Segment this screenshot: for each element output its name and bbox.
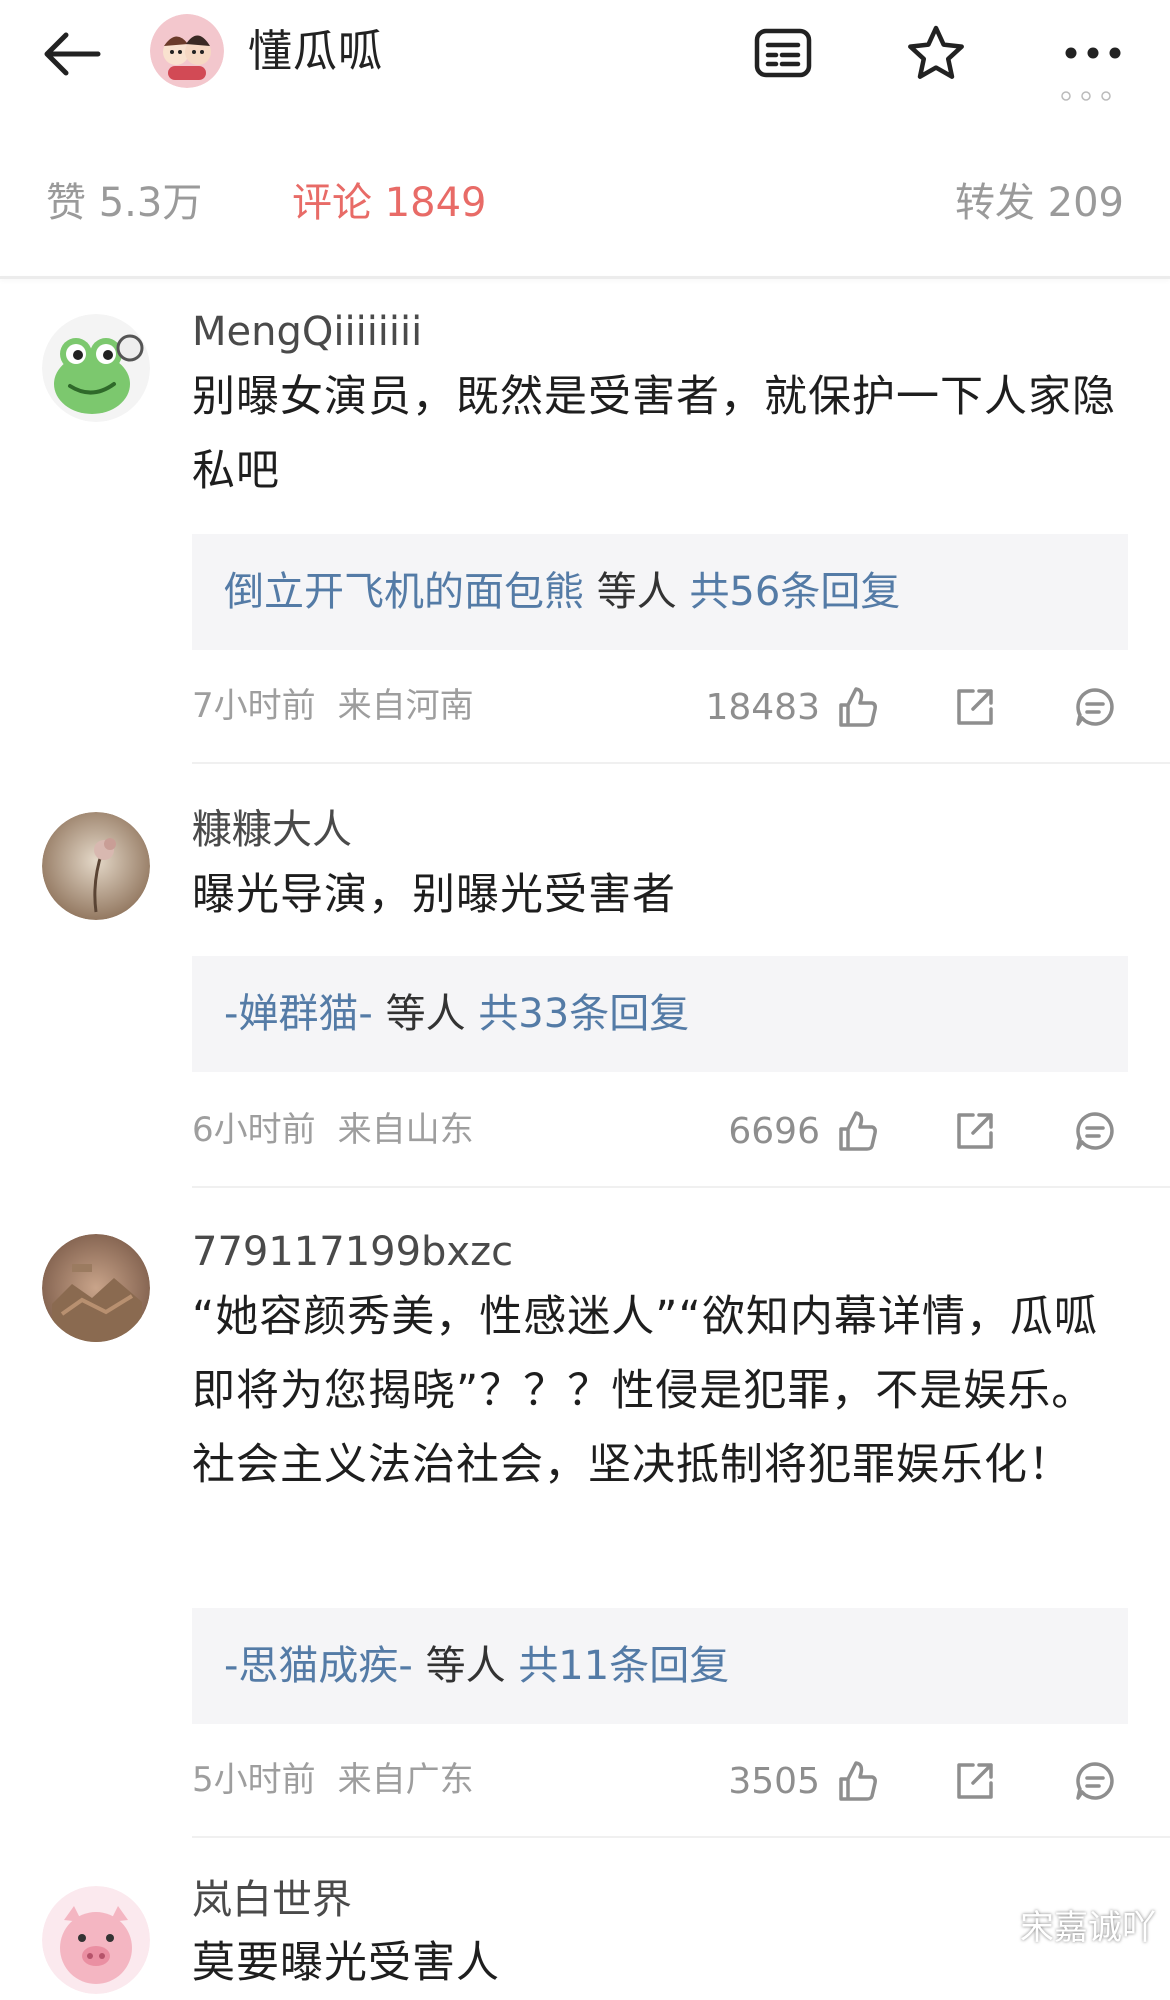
comment-time: 5小时前 bbox=[192, 1760, 316, 1800]
reply-summary-line: -婵群猫- 等人 共33条回复 bbox=[224, 956, 689, 1072]
top-bar: 懂瓜呱 bbox=[0, 0, 1170, 118]
comment-meta: 6小时前 来自山东 bbox=[192, 1106, 474, 1154]
share-icon[interactable] bbox=[948, 680, 1002, 734]
comment-time: 7小时前 bbox=[192, 686, 316, 726]
reply-count-link[interactable]: 共11条回复 bbox=[518, 1643, 729, 1689]
reply-icon[interactable] bbox=[1068, 680, 1122, 734]
comment-text: 别曝女演员，既然是受害者，就保护一下人家隐私吧 bbox=[192, 372, 1116, 496]
account-avatar[interactable] bbox=[150, 14, 224, 88]
reply-summary-line: -思猫成疾- 等人 共11条回复 bbox=[224, 1608, 729, 1724]
article-icon[interactable] bbox=[748, 18, 818, 88]
page-indicator-dots bbox=[1056, 88, 1116, 102]
comment-divider bbox=[192, 1186, 1170, 1188]
tab-likes[interactable]: 赞 5.3万 bbox=[46, 178, 202, 228]
comment-location: 来自山东 bbox=[337, 1110, 474, 1150]
comment-meta: 7小时前 来自河南 bbox=[192, 682, 474, 730]
comment-divider bbox=[192, 762, 1170, 764]
comment-location: 来自河南 bbox=[337, 686, 474, 726]
reply-summary[interactable]: -婵群猫- 等人 共33条回复 bbox=[192, 956, 1128, 1072]
star-icon[interactable] bbox=[901, 18, 971, 88]
reply-count-link[interactable]: 共56条回复 bbox=[689, 569, 900, 615]
reply-user-link[interactable]: -思猫成疾- bbox=[224, 1643, 413, 1689]
reply-mid-text: 等人 bbox=[584, 569, 690, 615]
comment-text: 莫要曝光受害人 bbox=[192, 1938, 500, 1988]
share-icon[interactable] bbox=[948, 1104, 1002, 1158]
tab-reposts[interactable]: 转发 209 bbox=[955, 178, 1124, 228]
reply-user-link[interactable]: -婵群猫- bbox=[224, 991, 373, 1037]
comment-item: 779117199bxzc “她容颜秀美，性感迷人”“欲知内幕详情，瓜呱即将为您… bbox=[0, 1222, 1170, 1838]
reply-mid-text: 等人 bbox=[412, 1643, 519, 1689]
like-count: 18483 bbox=[705, 687, 820, 728]
comment-meta: 5小时前 来自广东 bbox=[192, 1756, 474, 1804]
comment-username[interactable]: MengQiiiiiiii bbox=[192, 306, 422, 358]
comment-text: 曝光导演，别曝光受害者 bbox=[192, 870, 676, 920]
comment-item: 岚白世界 莫要曝光受害人 bbox=[0, 1872, 1170, 1994]
like-count: 6696 bbox=[728, 1111, 820, 1152]
comment-location: 来自广东 bbox=[337, 1760, 474, 1800]
watermark: 宋嘉诚吖 bbox=[1020, 1908, 1156, 1948]
comment-username[interactable]: 糠糠大人 bbox=[192, 804, 352, 856]
like-icon[interactable] bbox=[830, 1754, 884, 1808]
reply-mid-text: 等人 bbox=[372, 991, 479, 1037]
comment-item: 糠糠大人 曝光导演，别曝光受害者 -婵群猫- 等人 共33条回复 6小时前 来自山… bbox=[0, 800, 1170, 1188]
comment-text: “她容颜秀美，性感迷人”“欲知内幕详情，瓜呱即将为您揭晓”？？？性侵是犯罪，不是… bbox=[192, 1292, 1098, 1490]
reply-icon[interactable] bbox=[1068, 1104, 1122, 1158]
reply-summary[interactable]: 倒立开飞机的面包熊 等人 共56条回复 bbox=[192, 534, 1128, 650]
back-arrow-icon[interactable] bbox=[40, 22, 120, 86]
comment-divider bbox=[192, 1836, 1170, 1838]
reply-count-link[interactable]: 共33条回复 bbox=[478, 991, 689, 1037]
avatar[interactable] bbox=[42, 1234, 150, 1342]
reply-summary[interactable]: -思猫成疾- 等人 共11条回复 bbox=[192, 1608, 1128, 1724]
reply-summary-line: 倒立开飞机的面包熊 等人 共56条回复 bbox=[224, 534, 900, 650]
header-divider bbox=[0, 276, 1170, 279]
like-icon[interactable] bbox=[830, 1104, 884, 1158]
reply-icon[interactable] bbox=[1068, 1754, 1122, 1808]
page-title[interactable]: 懂瓜呱 bbox=[248, 22, 383, 82]
share-icon[interactable] bbox=[948, 1754, 1002, 1808]
avatar[interactable] bbox=[42, 812, 150, 920]
comment-item: MengQiiiiiiii 别曝女演员，既然是受害者，就保护一下人家隐私吧 倒立… bbox=[0, 300, 1170, 764]
avatar[interactable] bbox=[42, 314, 150, 422]
reply-user-link[interactable]: 倒立开飞机的面包熊 bbox=[224, 569, 584, 615]
tab-comments[interactable]: 评论 1849 bbox=[292, 178, 487, 228]
comment-time: 6小时前 bbox=[192, 1110, 316, 1150]
like-count: 3505 bbox=[728, 1761, 820, 1802]
comment-username[interactable]: 779117199bxzc bbox=[192, 1226, 513, 1278]
more-icon[interactable] bbox=[1058, 18, 1128, 88]
like-icon[interactable] bbox=[830, 680, 884, 734]
stats-tabs: 赞 5.3万 评论 1849 转发 209 bbox=[0, 160, 1170, 256]
comment-username[interactable]: 岚白世界 bbox=[192, 1874, 352, 1926]
